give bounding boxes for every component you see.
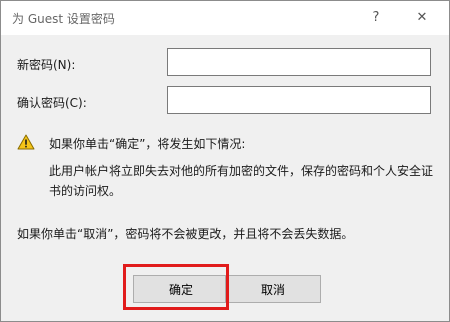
- cancel-button[interactable]: 取消: [225, 275, 321, 303]
- confirm-password-label: 确认密码(C):: [17, 96, 87, 110]
- close-icon: ✕: [416, 9, 428, 25]
- new-password-label: 新密码(N):: [17, 58, 76, 72]
- warning-triangle-icon: [17, 134, 35, 150]
- help-icon: ?: [372, 9, 380, 25]
- new-password-input[interactable]: [167, 48, 431, 76]
- cancel-note: 如果你单击“取消”，密码将不会被更改，并且将不会丢失数据。: [17, 227, 354, 241]
- ok-button[interactable]: 确定: [133, 275, 229, 303]
- help-button[interactable]: ?: [363, 5, 389, 29]
- title-bar: 为 Guest 设置密码 ? ✕: [1, 1, 449, 35]
- dialog-content: 新密码(N): 确认密码(C): 如果你单击“确定”，将发生如下情况: 此用户帐…: [1, 35, 449, 251]
- warning-headline: 如果你单击“确定”，将发生如下情况:: [49, 137, 246, 151]
- warning-consequence: 此用户帐户将立即失去对他的所有加密的文件，保存的密码和个人安全证书的访问权。: [49, 164, 434, 198]
- close-button[interactable]: ✕: [409, 5, 435, 29]
- button-bar: 确定 取消: [1, 251, 449, 321]
- dialog-title: 为 Guest 设置密码: [12, 12, 115, 26]
- confirm-password-input[interactable]: [167, 86, 431, 114]
- set-password-dialog: 为 Guest 设置密码 ? ✕ 新密码(N): 确认密码(C): 如果你单击“…: [0, 0, 450, 322]
